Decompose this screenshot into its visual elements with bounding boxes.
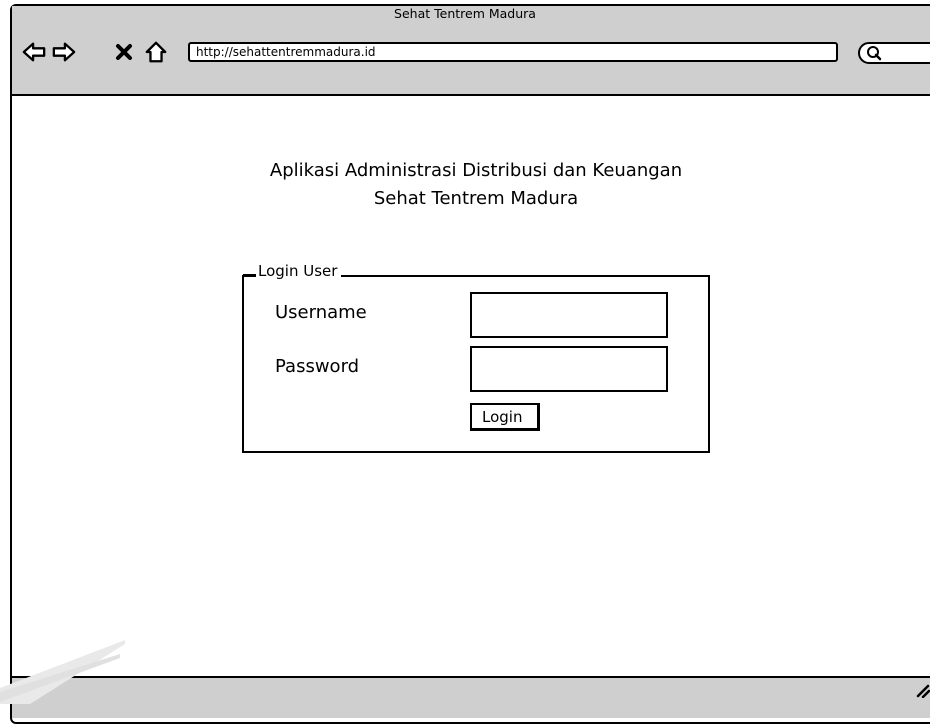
password-input[interactable] bbox=[470, 346, 668, 392]
search-icon bbox=[866, 45, 882, 65]
status-bar bbox=[12, 676, 930, 718]
home-icon[interactable] bbox=[144, 40, 168, 64]
search-box[interactable] bbox=[858, 42, 930, 64]
legend-line bbox=[243, 274, 256, 277]
page-heading-line2: Sehat Tentrem Madura bbox=[373, 188, 579, 209]
page-heading-line1: Aplikasi Administrasi Distribusi dan Keu… bbox=[269, 160, 683, 181]
username-label: Username bbox=[275, 302, 367, 323]
address-bar[interactable]: http://sehattentremmadura.id bbox=[188, 42, 838, 62]
close-icon[interactable] bbox=[114, 40, 134, 64]
login-button[interactable]: Login bbox=[470, 403, 540, 431]
resize-grip-icon[interactable] bbox=[914, 682, 930, 702]
password-label: Password bbox=[275, 356, 360, 377]
username-input[interactable] bbox=[470, 292, 668, 338]
forward-arrow-icon[interactable] bbox=[52, 40, 76, 64]
window-title: Sehat Tentrem Madura bbox=[394, 6, 536, 21]
watermark-logo bbox=[0, 640, 125, 704]
login-legend: Login User bbox=[256, 262, 342, 280]
back-arrow-icon[interactable] bbox=[22, 40, 46, 64]
